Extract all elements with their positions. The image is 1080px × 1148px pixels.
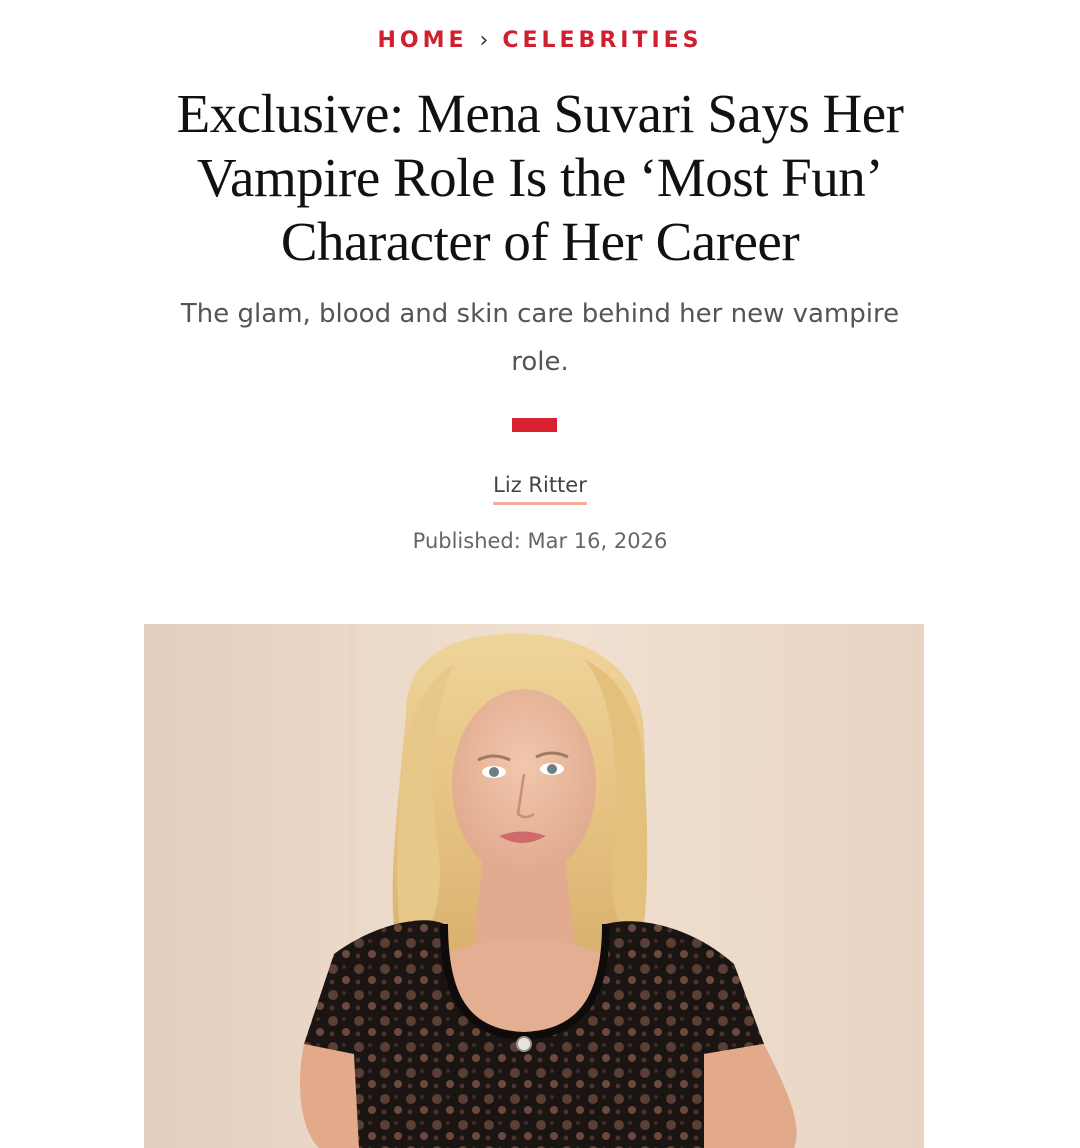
article-dek: The glam, blood and skin care behind her… [180,299,900,377]
accent-divider [512,418,557,432]
hero-image [144,624,924,1148]
breadcrumb: HOME › CELEBRITIES [0,26,1080,56]
author-link[interactable]: Liz Ritter [493,472,587,505]
chevron-right-icon: › [479,28,489,53]
article-headline: Exclusive: Mena Suvari Says Her Vampire … [176,83,904,272]
byline: Liz Ritter [0,472,1080,505]
portrait-photo [144,624,924,1148]
breadcrumb-home-link[interactable]: HOME [377,28,467,53]
publish-date: Published: Mar 16, 2026 [412,529,668,553]
breadcrumb-celebrities-link[interactable]: CELEBRITIES [502,28,702,53]
